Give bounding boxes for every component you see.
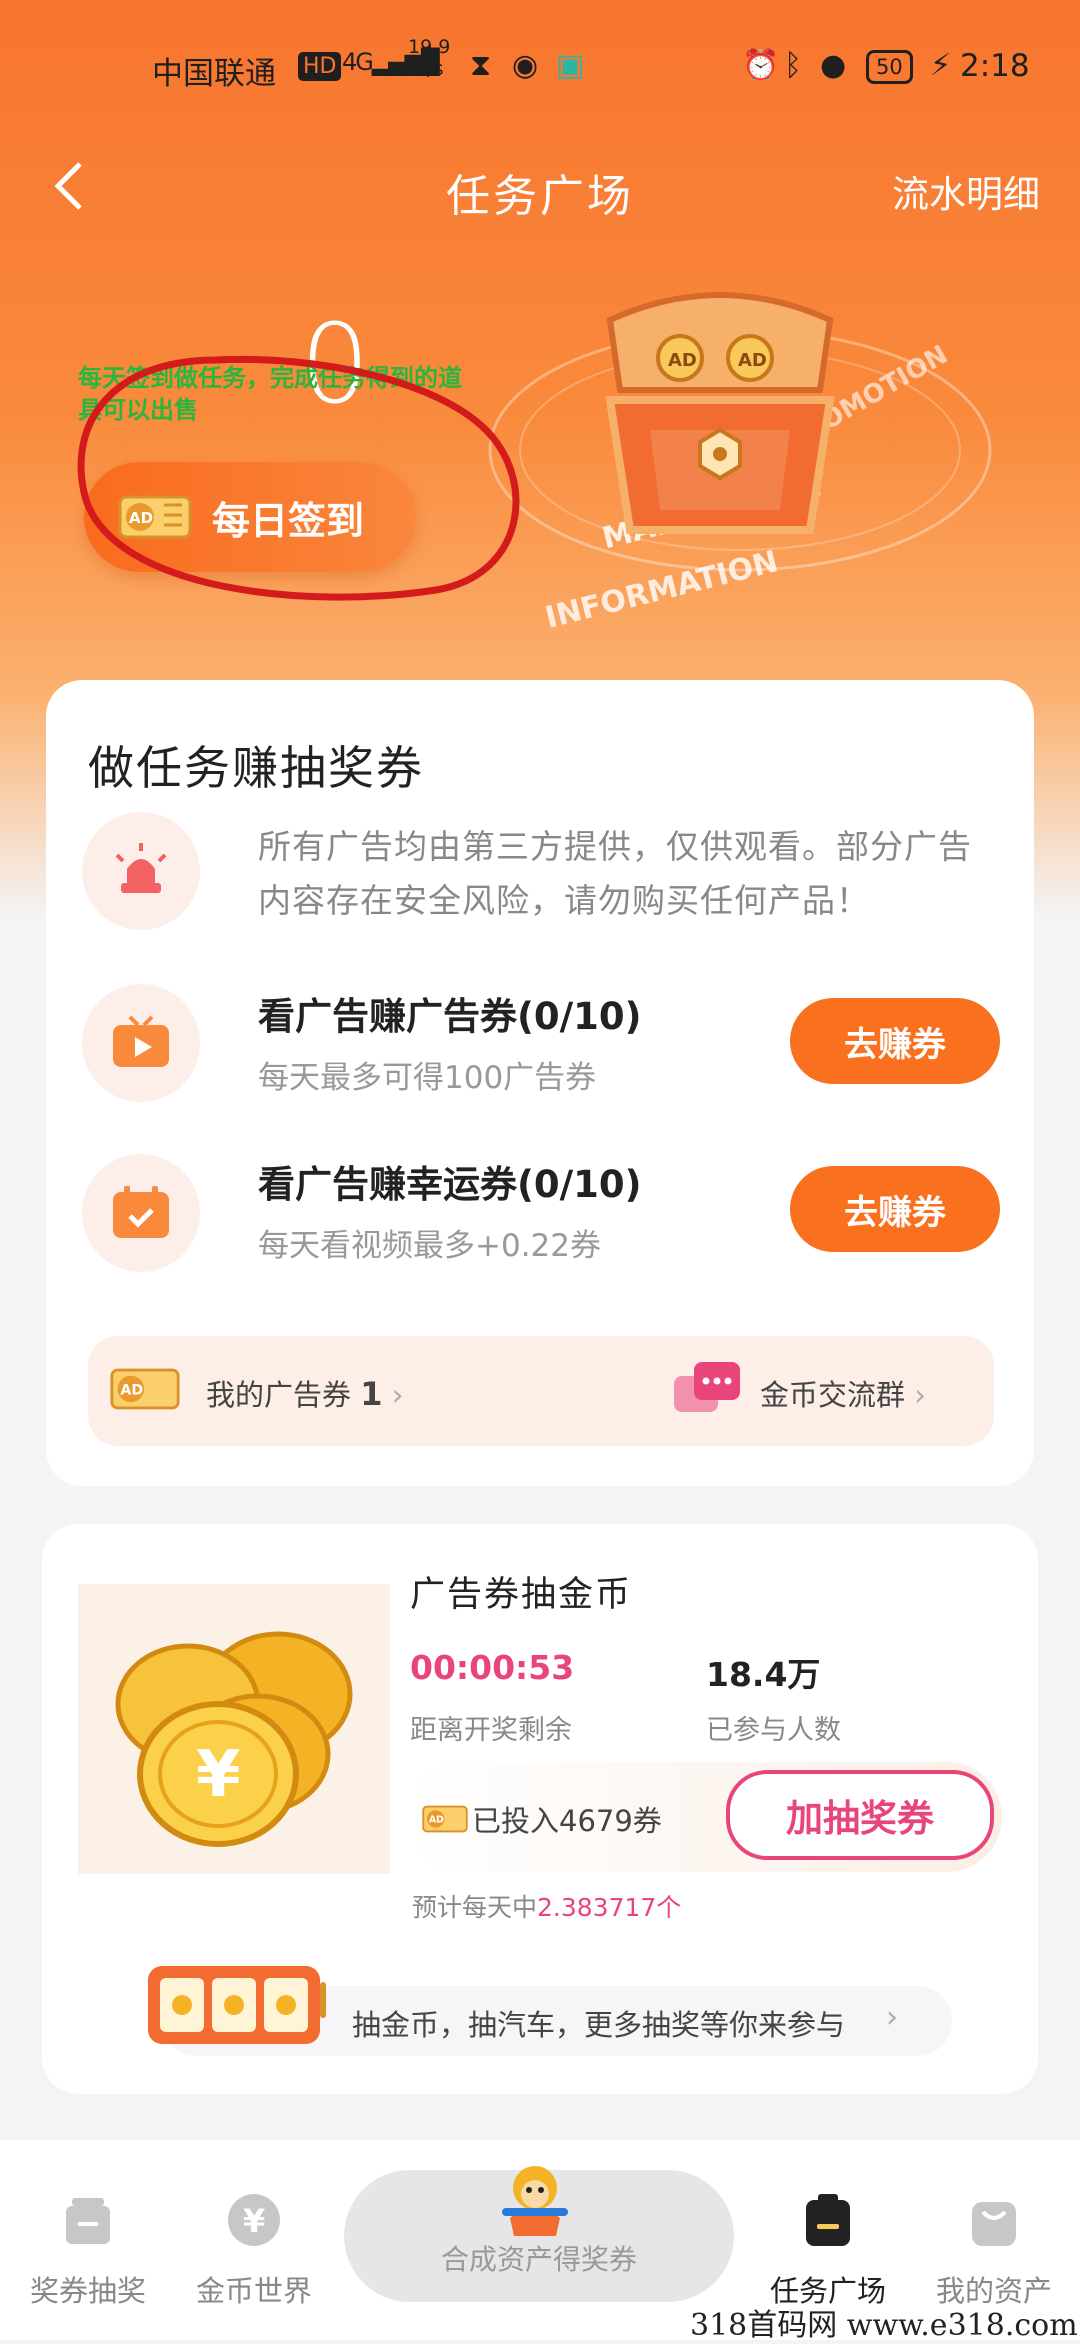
tab-label: 合成资产得奖券 (440, 2243, 637, 2276)
chevron-right-icon: › (914, 1378, 926, 1412)
tasks-card: 做任务赚抽奖券 所有广告均由第三方提供，仅供观看。部分广告内容存在安全风险，请勿… (46, 680, 1034, 1486)
invested-row: AD 已投入4679券 加抽奖券 (408, 1762, 1002, 1872)
my-coupons-link[interactable]: 我的广告券 1 › (206, 1372, 403, 1414)
task-description: 每天最多可得100广告券 (258, 1060, 597, 1096)
hd-icon: HD (298, 52, 342, 81)
page-header: 任务广场 流水明细 (0, 150, 1080, 230)
add-lottery-coupon-button[interactable]: 加抽奖券 (726, 1770, 994, 1860)
earn-coupon-button[interactable]: 去赚券 (790, 998, 1000, 1084)
monkey-mascot-icon (502, 2166, 568, 2236)
lottery-card: ¥ 广告券抽金币 00:00:53 距离开奖剩余 18.4万 已参与人数 AD … (42, 1524, 1038, 2094)
promo-text: 抽金币，抽汽车，更多抽奖等你来参与 (352, 2008, 846, 2042)
net-speed: 19.9 K/s (408, 36, 451, 80)
invested-label: 已投入4679券 (472, 1804, 662, 1838)
participants-label: 已参与人数 (706, 1715, 841, 1746)
task-name: 看广告赚广告券(0/10) (258, 995, 642, 1038)
svg-text:AD: AD (738, 350, 767, 371)
bluetooth-icon: ᛒ (784, 48, 802, 83)
lottery-title: 广告券抽金币 (410, 1575, 633, 1615)
invested-info: AD 已投入4679券 (422, 1798, 662, 1840)
yen-coin-icon: ¥ (228, 2194, 280, 2246)
tab-label: 金币世界 (195, 2274, 312, 2308)
calendar-check-icon (82, 1154, 200, 1272)
gift-icon (66, 2198, 110, 2244)
chat-group-icon (674, 1362, 740, 1412)
promo-word: INFORMATION (542, 544, 782, 630)
svg-text:AD: AD (668, 350, 697, 371)
slot-machine-icon (148, 1966, 326, 2044)
svg-text:AD: AD (429, 1815, 444, 1826)
chevron-right-icon: › (886, 2000, 898, 2035)
coin-group-label: 金币交流群 (760, 1378, 906, 1412)
coupon-strip: AD 我的广告券 1 › 金币交流群 › (88, 1336, 994, 1446)
gold-coins-icon: ¥ (78, 1584, 390, 1874)
clipboard-icon (806, 2194, 850, 2246)
tasks-card-title: 做任务赚抽奖券 (88, 741, 424, 795)
svg-text:¥: ¥ (196, 1738, 241, 1812)
tab-label: 奖券抽奖 (29, 2274, 146, 2308)
clock: 2:18 (960, 48, 1030, 84)
chevron-right-icon: › (391, 1378, 404, 1412)
earn-coupon-button[interactable]: 去赚券 (790, 1166, 1000, 1252)
my-coupons-label: 我的广告券 (206, 1378, 352, 1412)
carrier-name: 中国联通 (152, 56, 276, 92)
bag-icon (972, 2202, 1016, 2246)
watermark-text: 318首码网 www.e318.com (690, 2308, 1078, 2343)
transaction-details-link[interactable]: 流水明细 (892, 164, 1040, 218)
treasure-chest-icon: AD AD (605, 292, 835, 534)
location-icon: ● (820, 48, 847, 83)
daily-estimate-prefix: 预计每天中 (412, 1893, 538, 1922)
my-coupons-count: 1 (360, 1375, 383, 1413)
tab-coupon-lottery[interactable]: 奖券抽奖 (8, 2140, 168, 2340)
alarm-icon: ⏰ (742, 48, 780, 83)
countdown-timer: 00:00:53 (410, 1648, 575, 1687)
app-notification-icon: ▣ (556, 48, 585, 83)
ad-disclaimer: 所有广告均由第三方提供，仅供观看。部分广告内容存在安全风险，请勿购买任何产品！ (258, 827, 972, 920)
daily-estimate-value: 2.383717个 (537, 1893, 682, 1922)
ad-ticket-icon: AD (422, 1805, 468, 1833)
shield-icon: ◉ (512, 48, 539, 83)
svg-text:¥: ¥ (243, 2202, 265, 2240)
hourglass-icon: ⧗ (470, 48, 492, 83)
battery-level: 50 (866, 50, 913, 84)
tv-play-icon (82, 984, 200, 1102)
svg-text:AD: AD (120, 1383, 143, 1399)
countdown-label: 距离开奖剩余 (410, 1715, 572, 1746)
ad-ticket-icon: AD (110, 1368, 180, 1410)
alarm-light-icon (82, 812, 200, 930)
participants-count: 18.4万 (706, 1655, 821, 1694)
tab-coin-world[interactable]: ¥ 金币世界 (174, 2140, 334, 2340)
red-annotation-circle (77, 355, 520, 601)
task-name: 看广告赚幸运券(0/10) (258, 1163, 642, 1206)
task-description: 每天看视频最多+0.22券 (258, 1228, 601, 1264)
daily-estimate: 预计每天中2.383717个 (412, 1888, 681, 1924)
charging-icon: ⚡ (930, 48, 952, 83)
status-bar: 中国联通 HD 4G▂▄▆█ 19.9 K/s ⧗ ◉ ▣ ⏰ ᛒ ● 50 ⚡… (0, 36, 1080, 96)
coin-group-link[interactable]: 金币交流群 › (760, 1372, 926, 1414)
